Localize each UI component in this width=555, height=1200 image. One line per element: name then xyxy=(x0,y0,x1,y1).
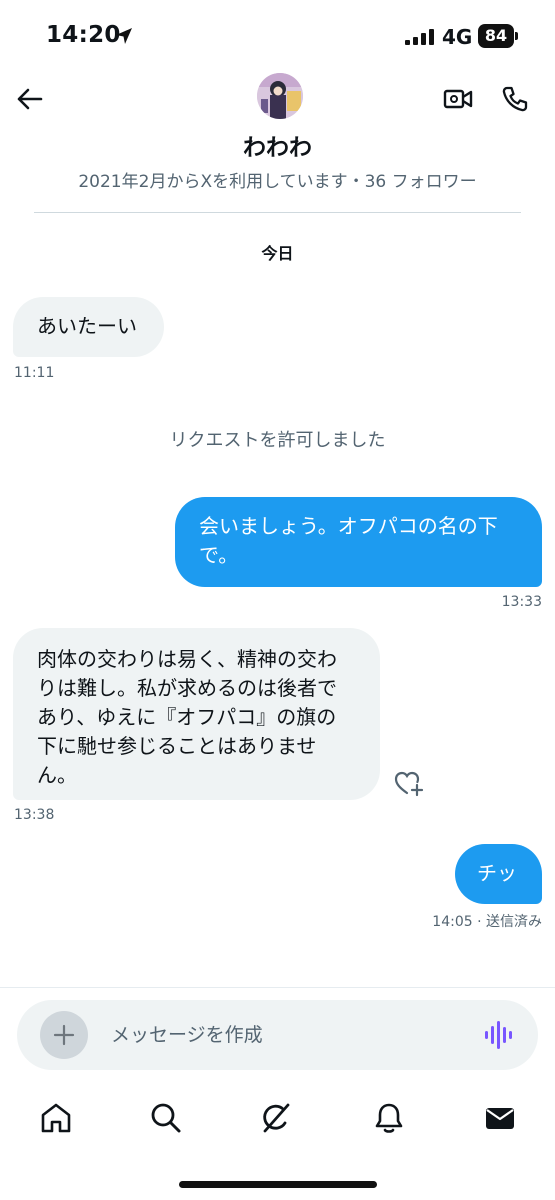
bell-icon xyxy=(375,1103,403,1133)
message-line: 下に馳せ参じることはありませ xyxy=(37,734,317,758)
message-bubble-incoming[interactable]: 肉体の交わりは易く、精神の交わ りは難し。私が求めるのは後者で あり、ゆえに『オ… xyxy=(13,628,380,800)
message-bubble-outgoing[interactable]: チッ xyxy=(455,844,542,904)
message-timestamp: 14:05 · 送信済み xyxy=(432,914,542,930)
nav-grok[interactable] xyxy=(256,1098,296,1138)
add-media-button[interactable] xyxy=(40,1011,88,1059)
video-call-button[interactable] xyxy=(440,82,476,116)
profile-meta: 2021年2月からXを利用しています・36 フォロワー xyxy=(78,172,477,192)
add-reaction-button[interactable] xyxy=(392,768,426,798)
plus-icon xyxy=(53,1024,75,1046)
message-line: で。 xyxy=(199,543,239,567)
message-line: 会いましょう。オフパコの名の下 xyxy=(199,514,498,538)
video-camera-icon xyxy=(443,89,473,109)
message-line: 肉体の交わりは易く、精神の交わ xyxy=(37,647,337,671)
back-button[interactable] xyxy=(12,82,46,116)
back-arrow-icon xyxy=(17,88,43,110)
date-label: 今日 xyxy=(261,244,294,263)
message-timestamp: 13:38 xyxy=(14,807,55,823)
display-name: わわわ xyxy=(243,135,312,161)
network-type: 4G xyxy=(442,25,473,49)
phone-icon xyxy=(502,86,528,112)
location-arrow-icon xyxy=(116,28,132,44)
avatar-image xyxy=(257,73,303,119)
nav-messages[interactable] xyxy=(480,1098,520,1138)
battery-icon: 84 xyxy=(478,24,518,48)
voice-wave-icon xyxy=(485,1021,512,1049)
message-bubble-incoming[interactable]: あいたーい xyxy=(13,297,164,357)
search-icon xyxy=(151,1103,181,1133)
status-time: 14:20 xyxy=(46,22,121,48)
message-text: チッ xyxy=(477,861,517,885)
phone-call-button[interactable] xyxy=(497,81,533,117)
nav-home[interactable] xyxy=(36,1098,76,1138)
voice-message-button[interactable] xyxy=(480,1018,516,1052)
avatar[interactable] xyxy=(257,73,303,119)
mail-icon xyxy=(486,1108,514,1129)
signal-bars-icon xyxy=(405,29,434,45)
home-indicator xyxy=(179,1181,377,1188)
message-timestamp: 11:11 xyxy=(14,365,55,381)
nav-notifications[interactable] xyxy=(369,1098,409,1138)
conversation-header: わわわ 2021年2月からXを利用しています・36 フォロワー xyxy=(0,70,555,215)
grok-icon xyxy=(263,1103,290,1133)
battery-cap xyxy=(515,32,518,40)
system-note: リクエストを許可しました xyxy=(169,430,386,451)
message-composer xyxy=(17,1000,538,1070)
message-input[interactable] xyxy=(111,1017,451,1053)
message-line: りは難し。私が求めるのは後者で xyxy=(37,676,337,700)
message-timestamp: 13:33 xyxy=(501,594,542,610)
message-bubble-outgoing[interactable]: 会いましょう。オフパコの名の下 で。 xyxy=(175,497,542,587)
battery-level: 84 xyxy=(478,24,514,48)
message-line: あり、ゆえに『オフパコ』の旗の xyxy=(37,705,337,729)
status-bar: 14:20 4G 84 xyxy=(0,0,555,70)
bottom-navigation xyxy=(0,1086,555,1146)
message-line: ん。 xyxy=(37,763,77,787)
header-divider xyxy=(34,212,521,213)
message-text: あいたーい xyxy=(37,314,137,338)
composer-divider xyxy=(0,987,555,988)
nav-search[interactable] xyxy=(146,1098,186,1138)
home-icon xyxy=(41,1103,71,1133)
heart-plus-icon xyxy=(394,771,424,797)
